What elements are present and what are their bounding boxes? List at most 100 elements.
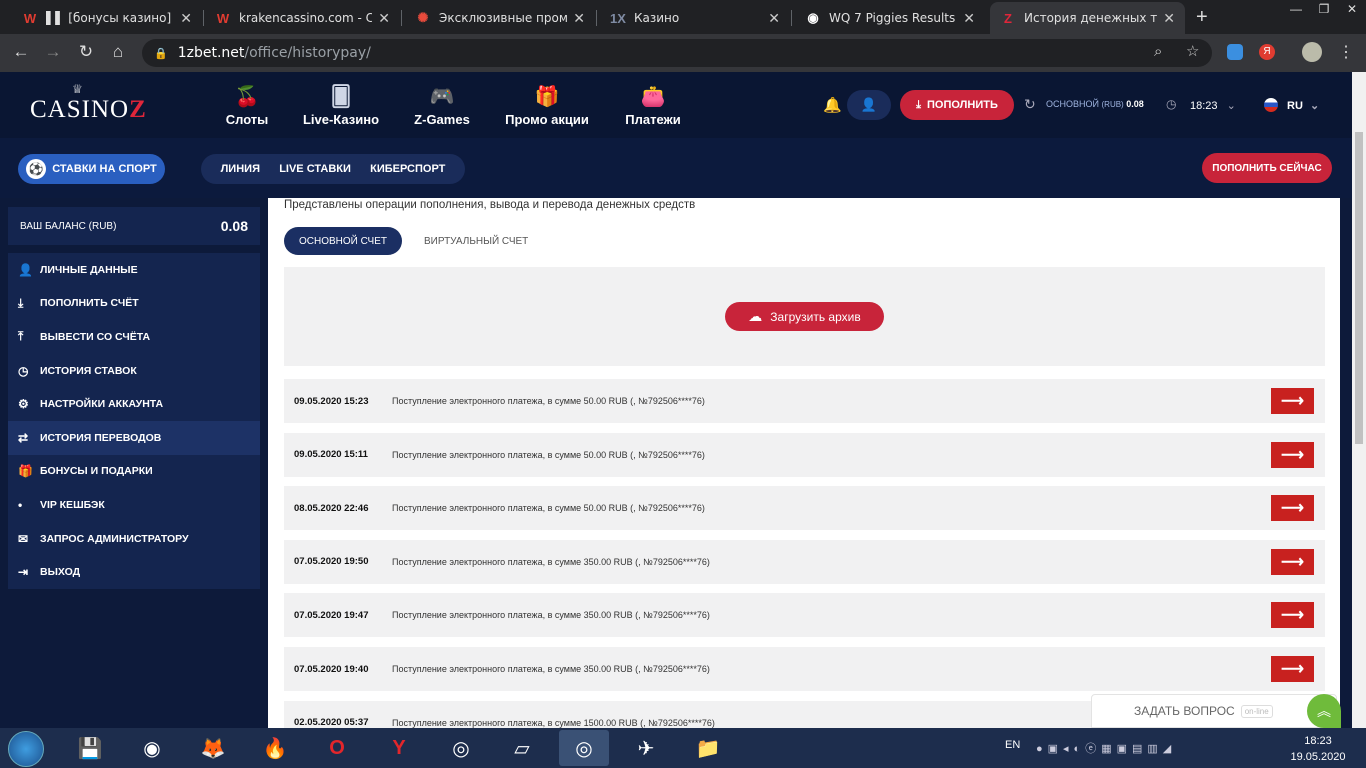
sidebar-item-transfer-history[interactable]: ⇄ ИСТОРИЯ ПЕРЕВОДОВ bbox=[8, 420, 260, 455]
soccer-ball-icon: ⚽ bbox=[26, 159, 47, 179]
sidebar-item-icon: ⇄ bbox=[18, 430, 29, 445]
browser-tab[interactable]: ✺ Эксклюзивные промокс ✕ bbox=[405, 2, 595, 34]
browser-tab[interactable]: W ▌▌ [бонусы казино] 1xSl ✕ bbox=[12, 2, 202, 34]
nav-cherries[interactable]: 🍒 Слоты bbox=[202, 84, 292, 127]
browser-tab[interactable]: Wkrakencassino.com - C ✕ bbox=[205, 2, 400, 34]
home-icon[interactable]: ⌂ bbox=[107, 41, 129, 63]
reload-icon[interactable]: ↻ bbox=[75, 41, 97, 63]
browser-tab[interactable]: 1X Казино ✕ bbox=[600, 2, 790, 34]
browser-tab[interactable]: Z История денежных тра ✕ bbox=[990, 2, 1185, 34]
tab-separator bbox=[596, 10, 597, 26]
tab-title: ▌▌ [бонусы казино] 1xSl bbox=[46, 11, 174, 25]
transaction-details-button[interactable]: ⟶ bbox=[1271, 388, 1314, 414]
transaction-details-button[interactable]: ⟶ bbox=[1271, 495, 1314, 522]
back-icon[interactable]: ← bbox=[10, 41, 32, 63]
sidebar-item-bonuses-gifts[interactable]: 🎁 БОНУСЫ И ПОДАРКИ bbox=[8, 455, 260, 489]
chat-open-icon[interactable]: ︽ bbox=[1307, 694, 1341, 728]
sidebar-item-admin-request[interactable]: ✉ ЗАПРОС АДМИНИСТРАТОРУ bbox=[8, 522, 260, 556]
tab-main-account[interactable]: ОСНОВНОЙ СЧЕТ bbox=[284, 227, 402, 255]
windows-start-icon[interactable] bbox=[8, 731, 44, 767]
tor-app-icon[interactable]: ◉ bbox=[127, 730, 177, 766]
header-time[interactable]: 18:23 ⌄ bbox=[1190, 99, 1236, 112]
transaction-details-button[interactable]: ⟶ bbox=[1271, 656, 1314, 682]
taskbar-clock[interactable]: 18:23 19.05.2020 bbox=[1283, 733, 1353, 765]
nav-cards[interactable]: 🂠 Live-Казино bbox=[296, 84, 386, 127]
tab-virtual-account[interactable]: ВИРТУАЛЬНЫЙ СЧЕТ bbox=[424, 236, 528, 247]
ask-question-widget[interactable]: ЗАДАТЬ ВОПРОС on-line bbox=[1091, 694, 1337, 728]
tab-title: krakencassino.com - C bbox=[239, 11, 373, 25]
system-tray-icons[interactable]: ●▣◂◐ⓔ▦▣▤▥◢ bbox=[1036, 740, 1176, 756]
firefox-dev-icon[interactable]: 🦊 bbox=[188, 730, 238, 766]
telegram-icon[interactable]: ✈ bbox=[621, 730, 671, 766]
bookmark-star-icon[interactable]: ☆ bbox=[1186, 42, 1199, 60]
yandex-extension-icon[interactable]: Я bbox=[1259, 44, 1275, 60]
nav-gift[interactable]: 🎁 Промо акции bbox=[502, 84, 592, 127]
tab-close-icon[interactable]: ✕ bbox=[573, 10, 585, 27]
keyboard-language[interactable]: EN bbox=[1005, 739, 1020, 751]
deposit-button[interactable]: ⤓ ПОПОЛНИТЬ bbox=[900, 90, 1014, 120]
sidebar-item-account-settings[interactable]: ⚙ НАСТРОЙКИ АККАУНТА bbox=[8, 387, 260, 421]
language-selector[interactable]: RU ⌄ bbox=[1287, 99, 1319, 112]
address-bar[interactable]: 🔒 1zbet.net/office/historypay/ bbox=[142, 39, 1212, 67]
tab-close-icon[interactable]: ✕ bbox=[180, 10, 192, 27]
sidebar-item-label: VIP КЕШБЭК bbox=[40, 498, 105, 511]
transaction-details-button[interactable]: ⟶ bbox=[1271, 548, 1314, 575]
deposit-now-button[interactable]: ПОПОЛНИТЬ СЕЙЧАС bbox=[1202, 153, 1332, 183]
account-menu: 👤 ЛИЧНЫЕ ДАННЫЕ ⤓ ПОПОЛНИТЬ СЧЁТ ⤒ ВЫВЕСТИ СО… bbox=[8, 253, 260, 589]
line-link[interactable]: ЛИНИЯ bbox=[221, 163, 260, 175]
user-profile-button[interactable]: 👤 bbox=[847, 90, 891, 120]
refresh-balance-icon[interactable]: ↻ bbox=[1024, 96, 1036, 113]
transaction-description: Поступление электронного платежа, в сумм… bbox=[392, 396, 705, 406]
nav-wallet[interactable]: 👛 Платежи bbox=[608, 84, 698, 127]
firefox-icon[interactable]: 🔥 bbox=[250, 730, 300, 766]
live-bets-link[interactable]: LIVE СТАВКИ bbox=[279, 163, 351, 175]
sidebar-item-label: ВЫВЕСТИ СО СЧЁТА bbox=[40, 330, 151, 343]
minimize-icon[interactable]: — bbox=[1282, 0, 1310, 18]
download-archive-button[interactable]: ☁ Загрузить архив bbox=[725, 302, 884, 331]
extension-cloud-icon[interactable] bbox=[1227, 44, 1243, 60]
chrome-active-icon[interactable]: ◎ bbox=[559, 730, 609, 766]
sidebar-item-label: ЗАПРОС АДМИНИСТРАТОРУ bbox=[40, 532, 189, 545]
profile-avatar[interactable] bbox=[1302, 42, 1322, 62]
nav-gamepad[interactable]: 🎮 Z-Games bbox=[397, 84, 487, 127]
sidebar-item-deposit-account[interactable]: ⤓ ПОПОЛНИТЬ СЧЁТ bbox=[8, 287, 260, 321]
browser-tab[interactable]: ◉ WQ 7 Piggies Results - S ✕ bbox=[795, 2, 985, 34]
yandex-browser-icon[interactable]: Y bbox=[374, 730, 424, 766]
transaction-date: 09.05.2020 15:23 bbox=[294, 395, 369, 407]
tab-close-icon[interactable]: ✕ bbox=[378, 10, 390, 27]
esports-link[interactable]: КИБЕРСПОРТ bbox=[370, 163, 445, 175]
tab-close-icon[interactable]: ✕ bbox=[963, 10, 975, 27]
sports-bets-button[interactable]: ⚽ СТАВКИ НА СПОРТ bbox=[18, 154, 165, 184]
transaction-details-button[interactable]: ⟶ bbox=[1271, 602, 1314, 629]
notepad-icon[interactable]: ▱ bbox=[497, 730, 547, 766]
scrollbar-thumb[interactable] bbox=[1355, 132, 1363, 444]
nav-label: Платежи bbox=[625, 112, 681, 127]
page-scrollbar[interactable] bbox=[1352, 72, 1366, 728]
sidebar-item-withdraw-account[interactable]: ⤒ ВЫВЕСТИ СО СЧЁТА bbox=[8, 320, 260, 354]
sidebar-item-icon: ⤒ bbox=[18, 329, 24, 344]
account-balance[interactable]: ОСНОВНОЙ (RUB) 0.08 bbox=[1046, 99, 1144, 109]
sidebar-item-vip-cashback[interactable]: • VIP КЕШБЭК bbox=[8, 488, 260, 522]
casino-logo[interactable]: ♕ CASINOZ bbox=[30, 82, 146, 130]
sidebar-item-logout[interactable]: ⇥ ВЫХОД bbox=[8, 555, 260, 589]
tab-close-icon[interactable]: ✕ bbox=[768, 10, 780, 27]
notifications-bell-icon[interactable]: 🔔 bbox=[823, 96, 842, 114]
close-window-icon[interactable]: ✕ bbox=[1338, 0, 1366, 18]
sidebar-item-bet-history[interactable]: ◷ ИСТОРИЯ СТАВОК bbox=[8, 354, 260, 388]
save-app-icon[interactable]: 💾 bbox=[65, 730, 115, 766]
opera-icon[interactable]: O bbox=[312, 730, 362, 766]
chrome-icon[interactable]: ◎ bbox=[436, 730, 486, 766]
sidebar-item-personal-data[interactable]: 👤 ЛИЧНЫЕ ДАННЫЕ bbox=[8, 253, 260, 287]
ask-question-label: ЗАДАТЬ ВОПРОС bbox=[1134, 704, 1235, 718]
browser-menu-icon[interactable]: ⋮ bbox=[1338, 42, 1354, 62]
tab-close-icon[interactable]: ✕ bbox=[1163, 10, 1175, 27]
zoom-icon[interactable]: ⌕ bbox=[1154, 43, 1162, 60]
gamepad-icon: 🎮 bbox=[429, 86, 455, 108]
sidebar-item-icon: ◷ bbox=[18, 363, 29, 378]
forward-icon[interactable]: → bbox=[42, 41, 64, 63]
transaction-details-button[interactable]: ⟶ bbox=[1271, 441, 1314, 468]
new-tab-button[interactable]: + bbox=[1196, 6, 1208, 29]
restore-icon[interactable]: ❐ bbox=[1310, 0, 1338, 18]
transaction-row: 07.05.2020 19:40 Поступление электронного… bbox=[284, 647, 1325, 691]
file-explorer-icon[interactable]: 📁 bbox=[683, 730, 733, 766]
